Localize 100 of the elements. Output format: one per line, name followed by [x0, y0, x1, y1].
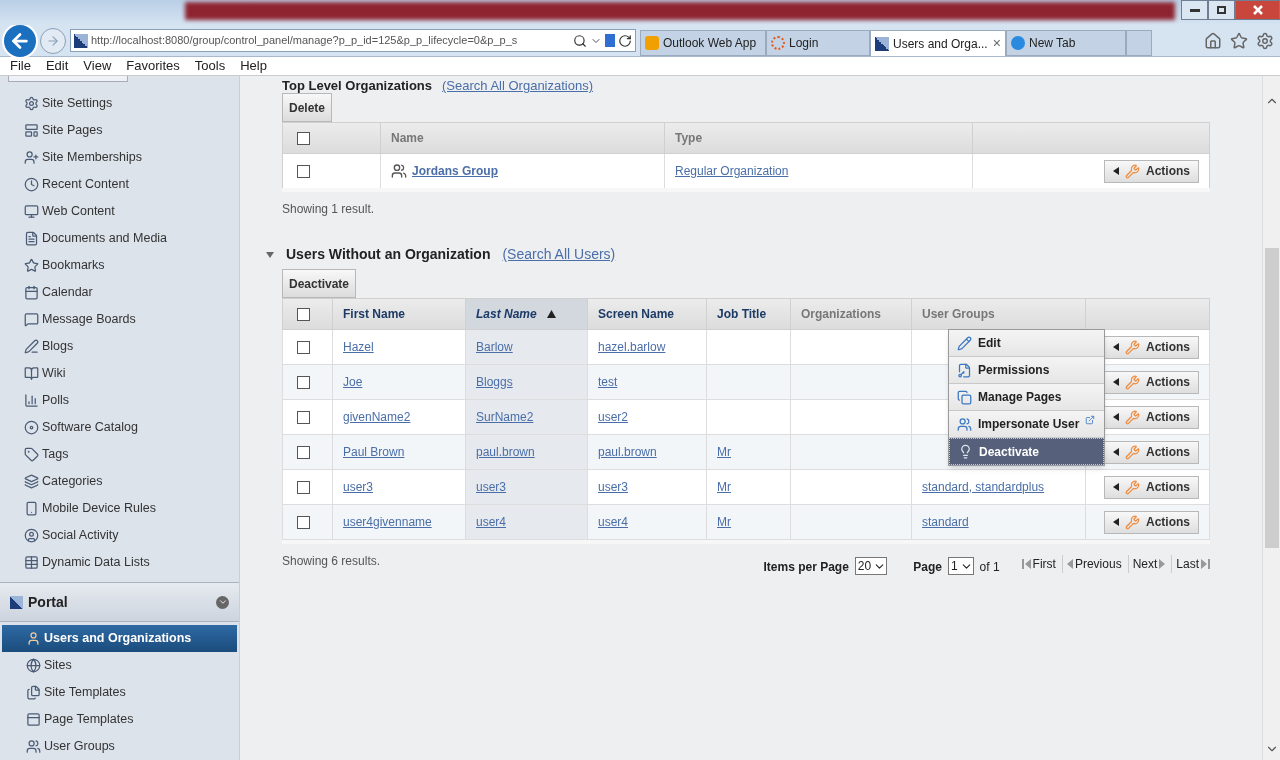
sidebar-item[interactable]: User Groups — [2, 733, 237, 760]
deactivate-button[interactable]: Deactivate — [282, 269, 357, 298]
column-header[interactable]: Name — [381, 123, 665, 153]
search-link[interactable]: (Search All Organizations) — [442, 79, 594, 92]
checkbox[interactable] — [297, 131, 310, 145]
menu-item[interactable]: File — [10, 56, 31, 76]
cell-link[interactable]: Barlow — [476, 338, 513, 356]
cell-link[interactable]: user3 — [343, 478, 374, 496]
cell-link[interactable]: Mr — [717, 478, 731, 496]
checkbox[interactable] — [297, 480, 310, 494]
sidebar-item[interactable]: Dynamic Data Lists — [0, 549, 239, 576]
checkbox[interactable] — [297, 410, 310, 424]
restore-button[interactable] — [1208, 0, 1235, 20]
checkbox[interactable] — [297, 340, 310, 354]
sidebar-item[interactable]: Site Memberships — [0, 144, 239, 171]
sidebar-item[interactable]: Web Content — [0, 198, 239, 225]
portal-header[interactable]: Portal — [0, 582, 239, 622]
next-page-link[interactable]: Next — [1127, 555, 1166, 573]
collapse-icon[interactable] — [216, 595, 229, 609]
browser-tab[interactable]: New Tab — [1006, 30, 1126, 56]
menu-item[interactable]: Edit — [45, 56, 69, 76]
sidebar-item[interactable]: Calendar — [0, 279, 239, 306]
cell-link[interactable]: standard — [922, 513, 969, 531]
cell-link[interactable]: user3 — [598, 478, 629, 496]
menu-item[interactable]: Tools — [194, 56, 226, 76]
cell-link[interactable]: user4 — [598, 513, 629, 531]
type-link[interactable]: Regular Organization — [675, 162, 789, 180]
menu-item[interactable]: Impersonate User — [949, 411, 1104, 438]
cell-link[interactable]: Bloggs — [476, 373, 513, 391]
sidebar-item[interactable]: Site Settings — [0, 90, 239, 117]
menu-item[interactable]: View — [83, 56, 112, 76]
cell-link[interactable]: givenName2 — [343, 408, 411, 426]
sidebar-item[interactable]: Mobile Device Rules — [0, 495, 239, 522]
browser-tab[interactable]: Outlook Web App — [640, 30, 766, 56]
checkbox[interactable] — [297, 375, 310, 389]
sidebar-item[interactable]: Social Activity — [0, 522, 239, 549]
sidebar-item[interactable]: Tags — [0, 441, 239, 468]
actions-button[interactable]: Actions — [1104, 335, 1199, 359]
checkbox[interactable] — [297, 164, 310, 178]
previous-page-link[interactable]: Previous — [1061, 555, 1122, 573]
cell-link[interactable]: user4 — [476, 513, 507, 531]
menu-item[interactable]: Permissions — [949, 357, 1104, 384]
column-header[interactable]: Type — [665, 123, 973, 153]
sidebar-item[interactable]: Recent Content — [0, 171, 239, 198]
cell-link[interactable]: Mr — [717, 513, 731, 531]
sidebar-item[interactable]: Site Templates — [2, 679, 237, 706]
cell-link[interactable]: paul.brown — [598, 443, 657, 461]
sidebar-item[interactable]: Message Boards — [0, 306, 239, 333]
minimize-button[interactable] — [1181, 0, 1208, 20]
actions-button[interactable]: Actions — [1104, 510, 1199, 534]
actions-button[interactable]: Actions — [1104, 475, 1199, 499]
cell-link[interactable]: Paul Brown — [343, 443, 405, 461]
column-header[interactable]: Organizations — [791, 299, 912, 329]
sidebar-item[interactable]: Users and Organizations — [2, 625, 237, 652]
cell-link[interactable]: Mr — [717, 443, 731, 461]
cell-link[interactable]: Hazel — [343, 338, 374, 356]
menu-item[interactable]: Manage Pages — [949, 384, 1104, 411]
address-field[interactable]: http://localhost:8080/group/control_panel/manage?p_p_id=125&p_p_lifecycle=0&p_p_s — [70, 29, 636, 52]
sidebar-item[interactable]: Categories — [0, 468, 239, 495]
actions-button[interactable]: Actions — [1104, 440, 1199, 464]
actions-button[interactable]: Actions — [1104, 159, 1199, 183]
scrollbar[interactable] — [1262, 76, 1280, 760]
close-button[interactable] — [1235, 0, 1280, 20]
cell-link[interactable]: user2 — [598, 408, 629, 426]
first-page-link[interactable]: First — [1021, 555, 1056, 573]
menu-item[interactable]: Favorites — [126, 56, 180, 76]
column-header[interactable]: Job Title — [707, 299, 791, 329]
close-tab-button[interactable]: × — [992, 33, 1001, 54]
cell-link[interactable]: user4givenname — [343, 513, 432, 531]
sidebar-item[interactable]: Sites — [2, 652, 237, 679]
sidebar-item[interactable]: Software Catalog — [0, 414, 239, 441]
last-page-link[interactable]: Last — [1171, 555, 1210, 573]
cell-link[interactable]: hazel.barlow — [598, 338, 666, 356]
cell-link[interactable]: Joe — [343, 373, 363, 391]
sidebar-item[interactable]: Documents and Media — [0, 225, 239, 252]
actions-button[interactable]: Actions — [1104, 370, 1199, 394]
checkbox[interactable] — [297, 307, 310, 321]
sidebar-item[interactable]: Wiki — [0, 360, 239, 387]
items-per-page-select[interactable]: 20 — [854, 557, 888, 575]
sidebar-item[interactable]: Bookmarks — [0, 252, 239, 279]
browser-tab[interactable]: Login — [766, 30, 870, 56]
checkbox[interactable] — [297, 515, 310, 529]
menu-item[interactable]: Edit — [949, 330, 1104, 357]
browser-tab[interactable]: Users and Orga... × — [870, 30, 1006, 56]
menu-item[interactable]: Deactivate — [949, 438, 1104, 465]
sidebar-item[interactable]: Page Templates — [2, 706, 237, 733]
scroll-thumb[interactable] — [1264, 248, 1279, 548]
delete-button[interactable]: Delete — [282, 93, 333, 122]
menu-item[interactable]: Help — [240, 56, 267, 76]
checkbox[interactable] — [297, 445, 310, 459]
page-select[interactable]: 1 — [947, 557, 974, 575]
cell-link[interactable]: user3 — [476, 478, 507, 496]
cell-link[interactable]: standard, standardplus — [922, 478, 1045, 496]
search-link[interactable]: (Search All Users) — [502, 244, 616, 265]
column-header[interactable]: Screen Name — [588, 299, 707, 329]
sidebar-item[interactable]: Blogs — [0, 333, 239, 360]
organization-link[interactable]: Jordans Group — [412, 162, 498, 180]
column-header[interactable]: Last Name — [466, 299, 588, 329]
actions-button[interactable]: Actions — [1104, 405, 1199, 429]
sidebar-item[interactable]: Site Pages — [0, 117, 239, 144]
